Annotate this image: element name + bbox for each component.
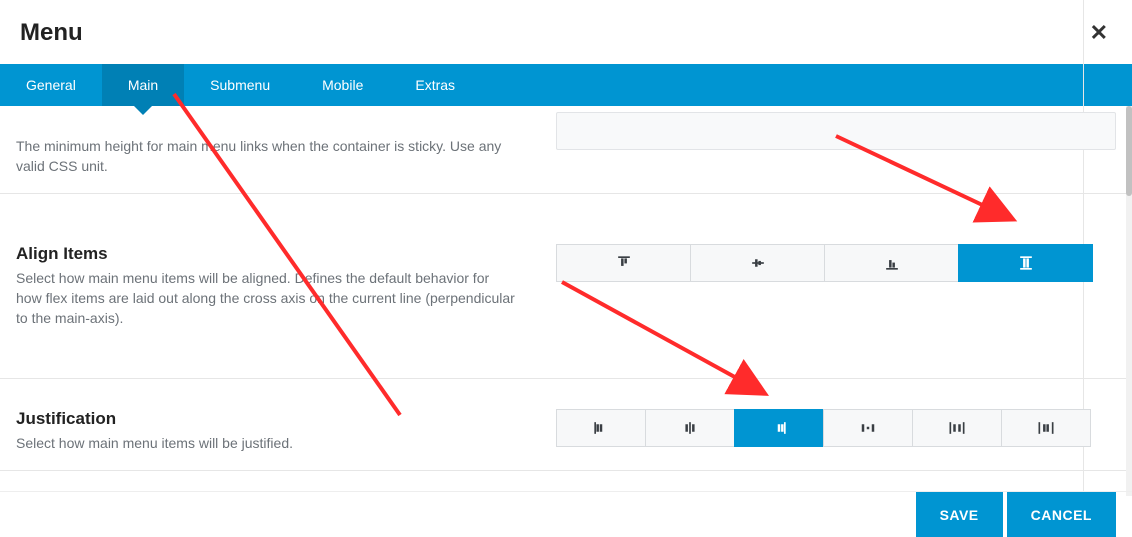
justify-end-icon — [769, 418, 789, 438]
tab-bar: General Main Submenu Mobile Extras — [0, 64, 1132, 106]
sticky-desc: The minimum height for main menu links w… — [16, 136, 516, 177]
justify-between-icon — [858, 418, 878, 438]
tab-main[interactable]: Main — [102, 64, 184, 106]
content-area: Sticky Minimum Height The minimum height… — [0, 106, 1132, 496]
align-stretch-icon — [1016, 253, 1036, 273]
justification-group — [556, 409, 1116, 447]
justify-center-icon — [680, 418, 700, 438]
sticky-height-input[interactable] — [556, 112, 1116, 150]
justify-title: Justification — [16, 409, 516, 429]
tab-submenu[interactable]: Submenu — [184, 64, 296, 106]
align-center[interactable] — [690, 244, 825, 282]
justify-space-around[interactable] — [912, 409, 1002, 447]
align-top-icon — [614, 253, 634, 273]
align-stretch[interactable] — [958, 244, 1093, 282]
align-middle-icon — [748, 253, 768, 273]
justify-space-between[interactable] — [823, 409, 913, 447]
align-flex-start[interactable] — [556, 244, 691, 282]
scrollbar-thumb[interactable] — [1126, 106, 1132, 196]
justify-space-evenly[interactable] — [1001, 409, 1091, 447]
align-bottom-icon — [882, 253, 902, 273]
justify-center[interactable] — [645, 409, 735, 447]
scrollbar[interactable] — [1126, 106, 1132, 496]
align-title: Align Items — [16, 244, 516, 264]
tab-general[interactable]: General — [0, 64, 102, 106]
field-sticky-minimum: Sticky Minimum Height The minimum height… — [0, 106, 1132, 194]
footer: SAVE CANCEL — [0, 491, 1132, 537]
page-title: Menu — [20, 19, 83, 47]
save-button[interactable]: SAVE — [916, 492, 1003, 537]
justify-start-icon — [591, 418, 611, 438]
justify-flex-end[interactable] — [734, 409, 824, 447]
justify-around-icon — [947, 418, 967, 438]
tab-mobile[interactable]: Mobile — [296, 64, 389, 106]
cancel-button[interactable]: CANCEL — [1007, 492, 1116, 537]
align-desc: Select how main menu items will be align… — [16, 268, 516, 329]
field-align-items: Align Items Select how main menu items w… — [0, 194, 1132, 380]
close-button[interactable]: ✕ — [1086, 16, 1112, 50]
tab-extras[interactable]: Extras — [389, 64, 481, 106]
field-justification: Justification Select how main menu items… — [0, 379, 1132, 470]
align-items-group — [556, 244, 1116, 282]
justify-evenly-icon — [1036, 418, 1056, 438]
justify-flex-start[interactable] — [556, 409, 646, 447]
justify-desc: Select how main menu items will be justi… — [16, 433, 516, 453]
align-flex-end[interactable] — [824, 244, 959, 282]
